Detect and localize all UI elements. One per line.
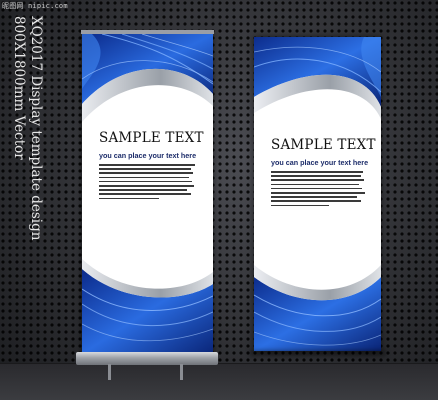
banner-left-title: SAMPLE TEXT (99, 130, 204, 146)
banner-right: SAMPLE TEXT you can place your text here (254, 37, 381, 351)
banner-right-subtitle: you can place your text here (271, 158, 369, 167)
banner-left-copy: SAMPLE TEXT you can place your text here (99, 130, 213, 202)
banner-left: SAMPLE TEXT you can place your text here (82, 34, 213, 354)
side-caption-line-2: 800X1800mm Vector (11, 16, 27, 160)
background-stage: 昵图网 nipic.com XQ2017 Display template de… (0, 0, 438, 400)
banner-right-shadow (250, 350, 386, 356)
placeholder-text-lines (99, 164, 213, 200)
floor (0, 363, 438, 400)
stand-pole-left (81, 30, 214, 34)
placeholder-text-lines (271, 171, 381, 207)
banner-left-subtitle: you can place your text here (99, 151, 197, 160)
banner-right-title: SAMPLE TEXT (271, 137, 376, 153)
stand-foot-right (180, 364, 183, 380)
watermark-text: 昵图网 nipic.com (2, 2, 68, 10)
stand-base (76, 352, 218, 365)
stand-foot-left (108, 364, 111, 380)
side-caption-line-1: XQ2017 Display template design (28, 16, 44, 241)
banner-right-copy: SAMPLE TEXT you can place your text here (271, 137, 381, 209)
side-caption: XQ2017 Display template design 800X1800m… (4, 16, 44, 346)
